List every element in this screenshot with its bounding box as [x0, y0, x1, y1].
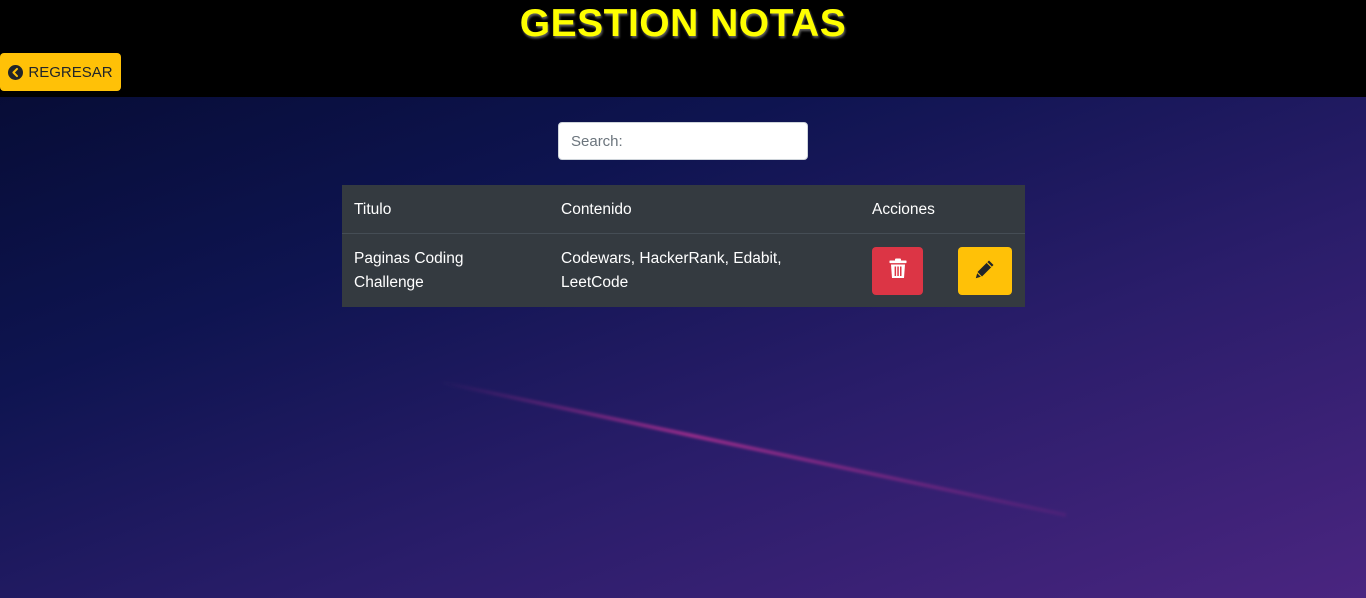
row-contenido-cell: Codewars, HackerRank, Edabit, LeetCode: [561, 247, 782, 295]
background-light-streak: [439, 380, 1067, 518]
notes-table: Titulo Contenido Acciones Paginas Coding…: [342, 185, 1025, 307]
back-button[interactable]: REGRESAR: [0, 53, 121, 91]
trash-icon: [889, 258, 907, 284]
row-contenido-line2: LeetCode: [561, 274, 629, 291]
back-button-label: REGRESAR: [28, 63, 113, 81]
row-titulo-cell: Paginas Coding Challenge: [354, 247, 463, 295]
page-title: GESTION NOTAS: [519, 2, 847, 45]
row-titulo-line1: Paginas Coding: [354, 250, 464, 267]
delete-button[interactable]: [872, 247, 923, 295]
arrow-circle-left-icon: [8, 64, 24, 80]
row-contenido-line1: Codewars, HackerRank, Edabit,: [561, 250, 782, 267]
search-input[interactable]: [558, 122, 808, 160]
column-header-acciones: Acciones: [872, 201, 935, 218]
column-header-titulo: Titulo: [354, 201, 392, 218]
row-titulo-line2: Challenge: [354, 274, 424, 291]
table-header: Titulo Contenido Acciones: [342, 185, 1025, 234]
pencil-icon: [975, 259, 995, 284]
edit-button[interactable]: [958, 247, 1012, 295]
column-header-contenido: Contenido: [561, 201, 632, 218]
